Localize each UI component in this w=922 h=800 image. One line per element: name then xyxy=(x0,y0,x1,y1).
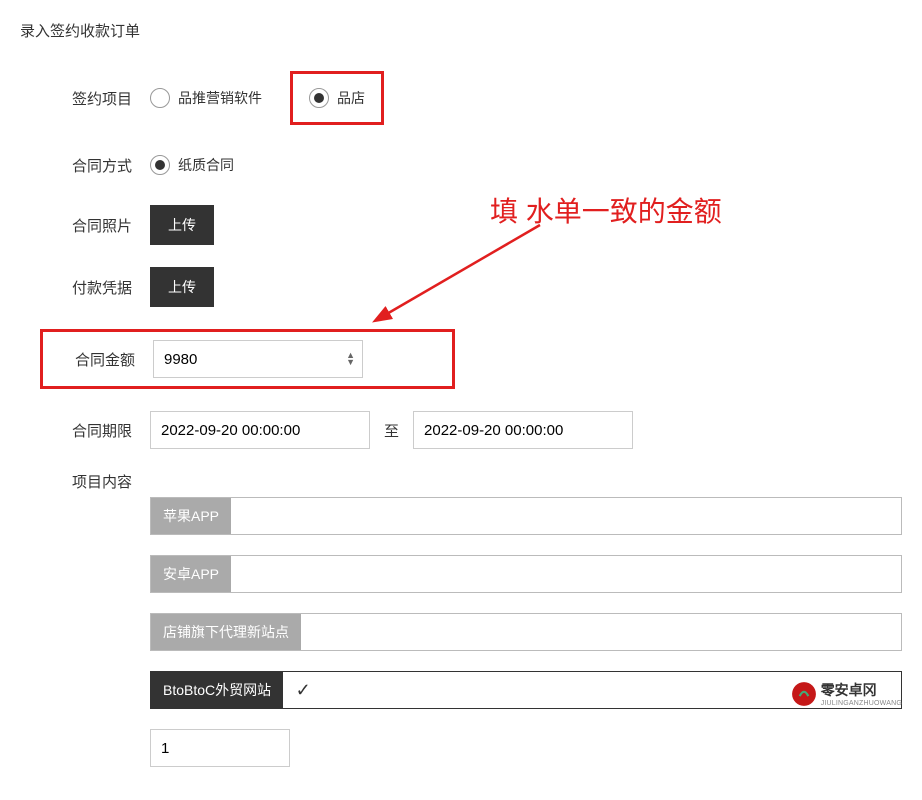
label-contract-photo: 合同照片 xyxy=(20,215,150,236)
radio-label: 品店 xyxy=(337,88,365,108)
row-contract-period: 合同期限 至 xyxy=(20,411,902,449)
label-contract-amount: 合同金额 xyxy=(43,349,153,370)
radio-group-project: 品推营销软件 品店 xyxy=(150,71,384,125)
date-from-input[interactable] xyxy=(150,411,370,449)
radio-software[interactable]: 品推营销软件 xyxy=(150,88,262,108)
tag-label: 安卓APP xyxy=(151,556,231,592)
watermark-cn: 零安卓冈 xyxy=(821,680,902,700)
radio-label: 纸质合同 xyxy=(178,155,234,175)
upload-photo-button[interactable]: 上传 xyxy=(150,205,214,245)
row-contract-method: 合同方式 纸质合同 xyxy=(20,147,902,183)
row-contract-photo: 合同照片 上传 xyxy=(20,205,902,245)
tag-label: 苹果APP xyxy=(151,498,231,534)
label-contract-method: 合同方式 xyxy=(20,155,150,176)
radio-label: 品推营销软件 xyxy=(178,88,262,108)
check-icon: ✓ xyxy=(283,673,323,707)
watermark: 零安卓冈 JIULINGANZHUOWANG xyxy=(791,680,902,707)
tag-apple-app[interactable]: 苹果APP xyxy=(150,497,902,535)
label-project-content: 项目内容 xyxy=(20,471,150,492)
tag-label: 店铺旗下代理新站点 xyxy=(151,614,301,650)
radio-icon xyxy=(150,155,170,175)
watermark-py: JIULINGANZHUOWANG xyxy=(821,700,902,707)
annotation-text: 填 水单一致的金额 xyxy=(490,190,722,230)
highlight-shop: 品店 xyxy=(290,71,384,125)
label-contract-period: 合同期限 xyxy=(20,420,150,441)
tag-proxy-site[interactable]: 店铺旗下代理新站点 xyxy=(150,613,902,651)
label-payment-proof: 付款凭据 xyxy=(20,277,150,298)
tag-android-app[interactable]: 安卓APP xyxy=(150,555,902,593)
page-title: 录入签约收款订单 xyxy=(20,20,902,41)
date-to-input[interactable] xyxy=(413,411,633,449)
amount-input[interactable] xyxy=(153,340,363,378)
upload-proof-button[interactable]: 上传 xyxy=(150,267,214,307)
row-payment-proof: 付款凭据 上传 xyxy=(20,267,902,307)
project-content-items: 苹果APP 安卓APP 店铺旗下代理新站点 BtoBtoC外贸网站 ✓ xyxy=(150,497,902,767)
radio-icon xyxy=(309,88,329,108)
label-signed-project: 签约项目 xyxy=(20,88,150,109)
row-signed-project: 签约项目 品推营销软件 品店 xyxy=(20,71,902,125)
radio-paper[interactable]: 纸质合同 xyxy=(150,155,234,175)
amount-input-wrap: ▲▼ xyxy=(153,340,363,378)
radio-shop[interactable]: 品店 xyxy=(303,76,371,120)
date-separator: 至 xyxy=(384,420,399,441)
radio-icon xyxy=(150,88,170,108)
watermark-icon xyxy=(791,681,817,707)
highlight-amount: 合同金额 ▲▼ xyxy=(40,329,455,389)
radio-group-method: 纸质合同 xyxy=(150,155,234,175)
count-input[interactable] xyxy=(150,729,290,767)
tag-btobtoc[interactable]: BtoBtoC外贸网站 ✓ xyxy=(150,671,902,709)
tag-label: BtoBtoC外贸网站 xyxy=(151,672,283,708)
